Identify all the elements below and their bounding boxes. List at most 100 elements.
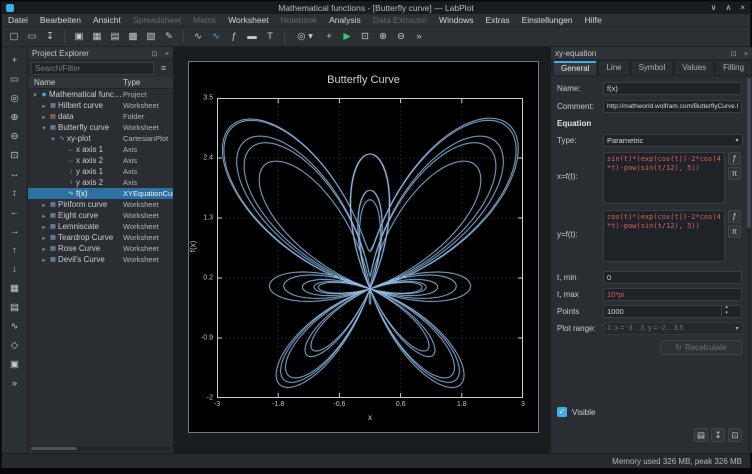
zoom-out-icon[interactable]: ⊖ xyxy=(393,29,409,45)
worksheet-view[interactable]: Butterfly Curve -3 -1.8 -0.6 0.6 1.8 3 -2 -0.9… xyxy=(175,47,549,453)
menu-bearbeiten[interactable]: Bearbeiten xyxy=(34,14,87,26)
presenter-mode-icon[interactable]: ▶ xyxy=(339,29,355,45)
tree-item-teardrop-curve[interactable]: ▸ ▦ Teardrop Curve Worksheet xyxy=(28,232,173,243)
menu-datei[interactable]: Datei xyxy=(2,14,34,26)
add-plot-icon[interactable]: ∿ xyxy=(190,29,206,45)
close-icon[interactable]: × xyxy=(740,2,745,14)
title-bar[interactable]: Mathematical functions - [Butterfly curv… xyxy=(2,2,750,14)
shape-tool-icon[interactable]: ◇ xyxy=(7,338,23,354)
new-matrix-icon[interactable]: ▩ xyxy=(125,29,141,45)
column-header-type[interactable]: Type xyxy=(123,78,173,87)
auto-scale-y-icon[interactable]: ↕ xyxy=(7,186,23,202)
tree-item-rose-curve[interactable]: ▸ ▦ Rose Curve Worksheet xyxy=(28,243,173,254)
float-dock-icon[interactable]: ⊡ xyxy=(152,51,158,58)
insert-constant-pi-icon[interactable]: π xyxy=(728,225,741,238)
search-input[interactable] xyxy=(31,62,154,75)
comment-input[interactable] xyxy=(603,99,742,113)
spin-down-icon[interactable]: ▾ xyxy=(722,310,731,317)
menu-einstellungen[interactable]: Einstellungen xyxy=(516,14,579,26)
expander-icon[interactable]: ▾ xyxy=(49,135,57,143)
expander-icon[interactable]: ▸ xyxy=(40,245,48,253)
auto-scale-icon[interactable]: ⊡ xyxy=(7,148,23,164)
new-workbook-icon[interactable]: ▦ xyxy=(89,29,105,45)
expander-icon[interactable]: ▸ xyxy=(40,102,48,110)
menu-analysis[interactable]: Analysis xyxy=(323,14,367,26)
select-mode-icon[interactable]: + xyxy=(321,29,337,45)
tree-item-y-axis-2[interactable]: ↕ y axis 2 Axis xyxy=(28,177,173,188)
menu-ansicht[interactable]: Ansicht xyxy=(87,14,127,26)
scrollbar-thumb[interactable] xyxy=(747,78,751,228)
add-curve-icon[interactable]: ∿ xyxy=(208,29,224,45)
tree-item-x-axis-2[interactable]: ↔ x axis 2 Axis xyxy=(28,155,173,166)
new-notebook-icon[interactable]: ✎ xyxy=(161,29,177,45)
name-input[interactable] xyxy=(603,81,742,95)
tree-item-x-axis-1[interactable]: ↔ x axis 1 Axis xyxy=(28,144,173,155)
menu-worksheet[interactable]: Worksheet xyxy=(222,14,274,26)
zoom-select-icon[interactable]: ▭ xyxy=(7,72,23,88)
tmin-input[interactable] xyxy=(603,270,742,284)
expander-icon[interactable]: ▸ xyxy=(40,234,48,242)
shift-down-icon[interactable]: ↓ xyxy=(7,262,23,278)
add-legend-icon[interactable]: ▬ xyxy=(244,29,260,45)
menu-hilfe[interactable]: Hilfe xyxy=(579,14,608,26)
spinbox-arrows[interactable]: ▴ ▾ xyxy=(721,304,731,317)
shift-right-icon[interactable]: → xyxy=(7,224,23,240)
expander-icon[interactable]: ▾ xyxy=(31,91,39,99)
zoom-out-plot-icon[interactable]: ⊖ xyxy=(7,129,23,145)
tree-item-f-x-[interactable]: ∿f(x) XYEquationCurve xyxy=(28,188,173,199)
zoom-mode-icon[interactable]: ◎ ▾ xyxy=(291,29,319,45)
new-project-icon[interactable]: ▢ xyxy=(6,29,22,45)
new-spreadsheet-icon[interactable]: ▤ xyxy=(107,29,123,45)
select-tool-icon[interactable]: + xyxy=(7,53,23,69)
zoom-in-icon[interactable]: ⊕ xyxy=(375,29,391,45)
more-tools-icon[interactable]: » xyxy=(7,376,23,392)
expander-icon[interactable]: ▸ xyxy=(40,113,48,121)
tab-line[interactable]: Line xyxy=(598,60,630,75)
expander-icon[interactable]: ▸ xyxy=(40,212,48,220)
more-options-icon[interactable]: » xyxy=(411,29,427,45)
shift-up-icon[interactable]: ↑ xyxy=(7,243,23,259)
apply-template-icon[interactable]: ⊡ xyxy=(728,428,742,442)
new-folder-icon[interactable]: ▣ xyxy=(71,29,87,45)
insert-function-icon[interactable]: ƒ xyxy=(728,152,741,165)
layout-tool-icon[interactable]: ▤ xyxy=(7,300,23,316)
column-header-name[interactable]: Name xyxy=(28,78,123,87)
tree-item-y-axis-1[interactable]: ↕ y axis 1 Axis xyxy=(28,166,173,177)
new-worksheet-icon[interactable]: ▧ xyxy=(143,29,159,45)
expander-icon[interactable]: ▸ xyxy=(40,201,48,209)
open-project-icon[interactable]: ▭ xyxy=(24,29,40,45)
tab-filling[interactable]: Filling xyxy=(715,60,752,75)
insert-function-icon[interactable]: ƒ xyxy=(728,210,741,223)
zoom-in-plot-icon[interactable]: ⊕ xyxy=(7,110,23,126)
grid-tool-icon[interactable]: ▦ xyxy=(7,281,23,297)
tree-item-eight-curve[interactable]: ▸ ▦ Eight curve Worksheet xyxy=(28,210,173,221)
menu-extras[interactable]: Extras xyxy=(480,14,516,26)
tree-item-devil-s-curve[interactable]: ▸ ▦ Devil's Curve Worksheet xyxy=(28,254,173,265)
tab-symbol[interactable]: Symbol xyxy=(630,60,674,75)
expander-icon[interactable]: ▸ xyxy=(40,256,48,264)
tree-item-hilbert-curve[interactable]: ▸ ▦ Hilbert curve Worksheet xyxy=(28,100,173,111)
minimize-icon[interactable]: ∨ xyxy=(711,2,717,14)
x-equation-textarea[interactable]: sin(t)*(exp(cos(t))-2*cos(4*t)-pow(sin(t… xyxy=(603,152,725,204)
close-dock-icon[interactable]: × xyxy=(165,51,169,58)
float-dock-icon[interactable]: ⊡ xyxy=(731,51,737,58)
filter-options-icon[interactable]: ≡ xyxy=(157,62,170,75)
save-template-icon[interactable]: ↧ xyxy=(711,428,725,442)
type-combobox[interactable]: Parametric xyxy=(603,133,743,147)
vertical-scrollbar[interactable] xyxy=(747,76,751,451)
scrollbar-thumb[interactable] xyxy=(31,447,77,450)
maximize-icon[interactable]: ∧ xyxy=(725,2,731,14)
tree-item-piriform-curve[interactable]: ▸ ▦ Piriform curve Worksheet xyxy=(28,199,173,210)
worksheet-page[interactable]: Butterfly Curve -3 -1.8 -0.6 0.6 1.8 3 -2 -0.9… xyxy=(188,61,539,433)
shift-left-icon[interactable]: ← xyxy=(7,205,23,221)
fit-page-icon[interactable]: ⊡ xyxy=(357,29,373,45)
y-equation-textarea[interactable]: cos(t)*(exp(cos(t))-2*cos(4*t)-pow(sin(t… xyxy=(603,210,725,262)
expander-icon[interactable]: ▸ xyxy=(40,223,48,231)
horizontal-scrollbar[interactable] xyxy=(30,446,171,451)
tab-general[interactable]: General xyxy=(553,61,598,75)
plot-area[interactable] xyxy=(217,98,523,398)
add-curve-tool-icon[interactable]: ∿ xyxy=(7,319,23,335)
tree-item-data[interactable]: ▸ ▤ data Folder xyxy=(28,111,173,122)
tree-item-butterfly-curve[interactable]: ▾ ▦ Butterfly curve Worksheet xyxy=(28,122,173,133)
menu-windows[interactable]: Windows xyxy=(433,14,479,26)
